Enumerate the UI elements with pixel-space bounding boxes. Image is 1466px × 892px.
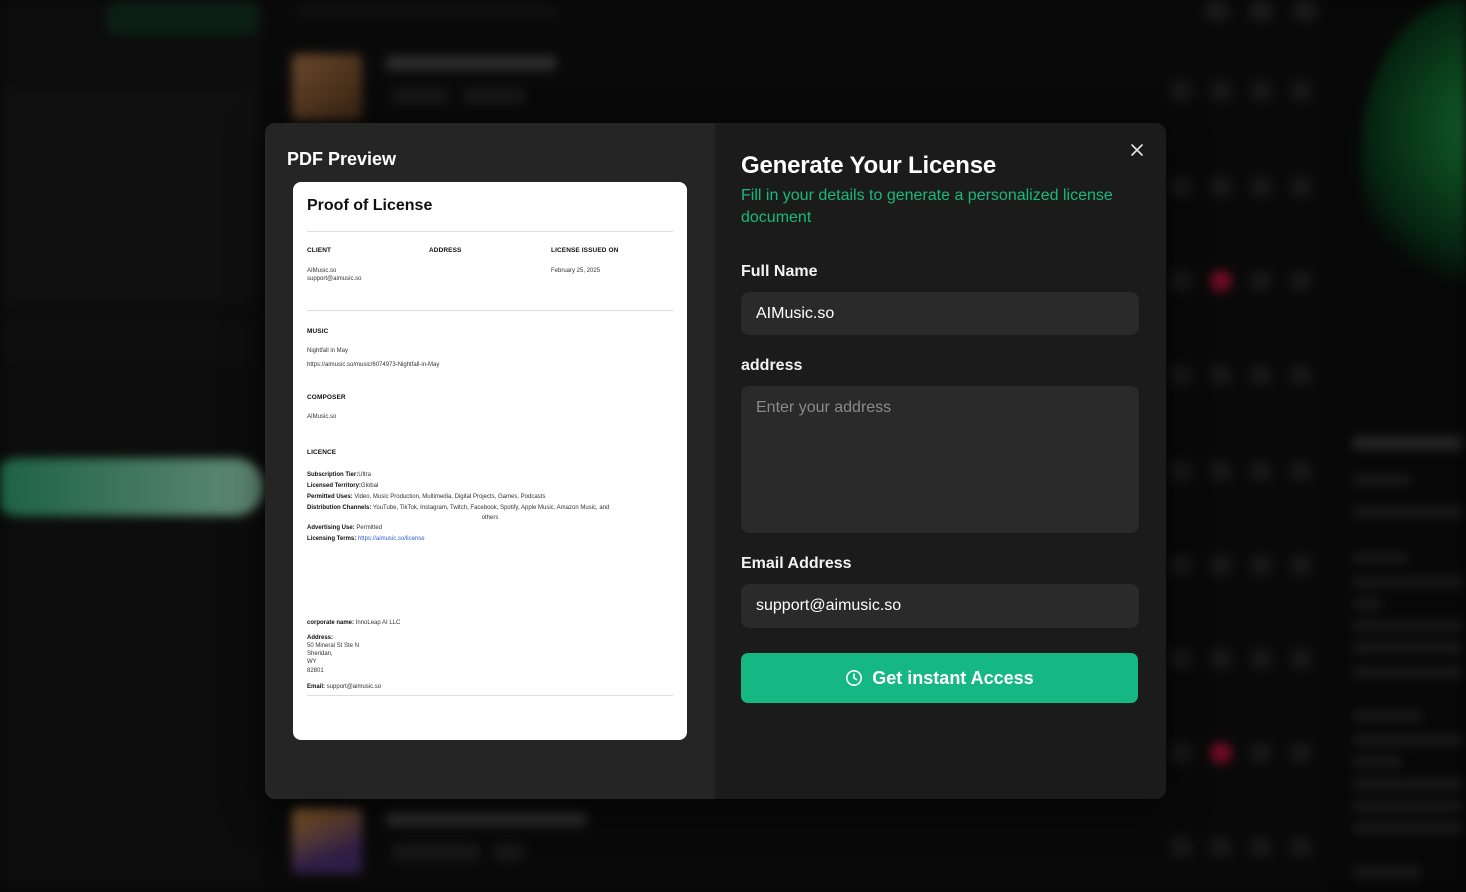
pdf-client-email: support@aimusic.so <box>307 276 362 282</box>
pdf-music-title: Nightfall in May <box>307 348 349 354</box>
pdf-licence-details: Subscription Tier:Ultra Licensed Territo… <box>307 470 673 545</box>
submit-label: Get instant Access <box>872 667 1034 688</box>
pdf-advertising-use: Advertising Use: Permitted <box>307 523 673 534</box>
get-instant-access-button[interactable]: Get instant Access <box>741 653 1138 703</box>
pdf-licence-section: LICENCE Subscription Tier:Ultra Licensed… <box>307 449 673 545</box>
close-button[interactable] <box>1128 141 1146 159</box>
pdf-address-line: 50 Mineral St Ste N <box>307 643 360 649</box>
pdf-music-label: MUSIC <box>307 328 329 335</box>
pdf-corporate-section: corporate name: InnoLeap AI LLC Address:… <box>307 619 673 696</box>
full-name-label: Full Name <box>741 263 818 280</box>
address-input[interactable] <box>741 386 1139 533</box>
pdf-field-label: Advertising Use: <box>307 525 355 531</box>
email-input[interactable] <box>741 584 1139 628</box>
pdf-composer-label: COMPOSER <box>307 394 346 401</box>
pdf-issued-date: February 25, 2025 <box>551 268 601 274</box>
form-subtitle: Fill in your details to generate a perso… <box>741 187 1113 226</box>
pdf-distribution-channels: Distribution Channels: YouTube, TikTok, … <box>307 503 673 523</box>
pdf-divider <box>307 694 673 696</box>
pdf-header-columns: CLIENT AIMusic.so support@aimusic.so ADD… <box>307 247 673 283</box>
pdf-corporate-name: corporate name: InnoLeap AI LLC <box>307 619 673 627</box>
pdf-field-value: YouTube, TikTok, Instagram, Twitch, Face… <box>372 505 610 511</box>
pdf-address-line: Sheridan, <box>307 651 333 658</box>
pdf-permitted-uses: Permitted Uses: Video, Music Production,… <box>307 492 673 503</box>
pdf-field-value: Ultra <box>358 472 371 478</box>
pdf-address-label-line: Address: <box>307 634 673 642</box>
pdf-address-line: 82801 <box>307 667 324 674</box>
pdf-field-value-cont: others <box>481 515 499 521</box>
pdf-divider <box>307 310 673 311</box>
pdf-address-line: WY <box>307 659 317 666</box>
pdf-music-section: MUSIC Nightfall in May https://aimusic.s… <box>307 328 673 369</box>
pdf-client-column: CLIENT AIMusic.so support@aimusic.so <box>307 247 429 283</box>
pdf-issued-column: LICENSE ISSUED ON February 25, 2025 <box>551 247 673 283</box>
pdf-field-label: corporate name: <box>307 620 355 626</box>
pdf-field-value: InnoLeap AI LLC <box>355 620 401 626</box>
pdf-licensing-terms: Licensing Terms: https://aimusic.so/lice… <box>307 534 673 545</box>
pdf-field-label: Subscription Tier: <box>307 472 359 478</box>
pdf-field-label: Licensed Territory: <box>307 483 361 489</box>
clock-icon <box>846 670 863 686</box>
pdf-field-label: Email: <box>307 683 326 690</box>
pdf-corporate-address: Address: 50 Mineral St Ste N Sheridan, W… <box>307 634 673 675</box>
pdf-field-value: Video, Music Production, Multimedia, Dig… <box>354 494 546 500</box>
pdf-client-label: CLIENT <box>307 247 332 254</box>
pdf-music-url: https://aimusic.so/music/6074973-Nightfa… <box>307 362 440 368</box>
pdf-address-column: ADDRESS <box>429 247 551 283</box>
pdf-divider <box>307 231 673 232</box>
pdf-field-value: Global <box>360 483 379 489</box>
pdf-field-value: support@aimusic.so <box>326 683 382 690</box>
pdf-licence-label: LICENCE <box>307 449 337 456</box>
pdf-preview-title: PDF Preview <box>287 149 397 169</box>
pdf-preview-pane: PDF Preview Proof of License CLIENT AIMu… <box>265 123 715 799</box>
pdf-field-label: Licensing Terms: <box>307 536 357 542</box>
pdf-terms-link[interactable]: https://aimusic.so/license <box>358 536 425 542</box>
pdf-document: Proof of License CLIENT AIMusic.so suppo… <box>293 182 687 740</box>
license-modal: PDF Preview Proof of License CLIENT AIMu… <box>265 123 1166 799</box>
pdf-client-name: AIMusic.so <box>307 268 337 274</box>
license-form-pane: Generate Your License Fill in your detai… <box>715 123 1166 799</box>
full-name-input[interactable] <box>741 292 1139 335</box>
address-label: address <box>741 357 803 374</box>
pdf-corporate-email: Email: support@aimusic.so <box>307 683 673 691</box>
pdf-address-label: ADDRESS <box>429 247 462 254</box>
pdf-issued-label: LICENSE ISSUED ON <box>551 247 619 254</box>
pdf-composer-section: COMPOSER AIMusic.so <box>307 394 673 421</box>
pdf-subscription-tier: Subscription Tier:Ultra <box>307 470 673 481</box>
pdf-field-label: Permitted Uses: <box>307 494 353 500</box>
pdf-field-label: Address: <box>307 635 334 641</box>
form-title: Generate Your License <box>741 152 997 179</box>
pdf-territory: Licensed Territory:Global <box>307 481 673 492</box>
pdf-composer-name: AIMusic.so <box>307 414 337 420</box>
pdf-title: Proof of License <box>307 197 433 214</box>
pdf-field-value: Permitted <box>356 525 383 531</box>
close-icon <box>1131 144 1143 156</box>
pdf-field-label: Distribution Channels: <box>307 505 372 511</box>
email-label: Email Address <box>741 555 852 572</box>
